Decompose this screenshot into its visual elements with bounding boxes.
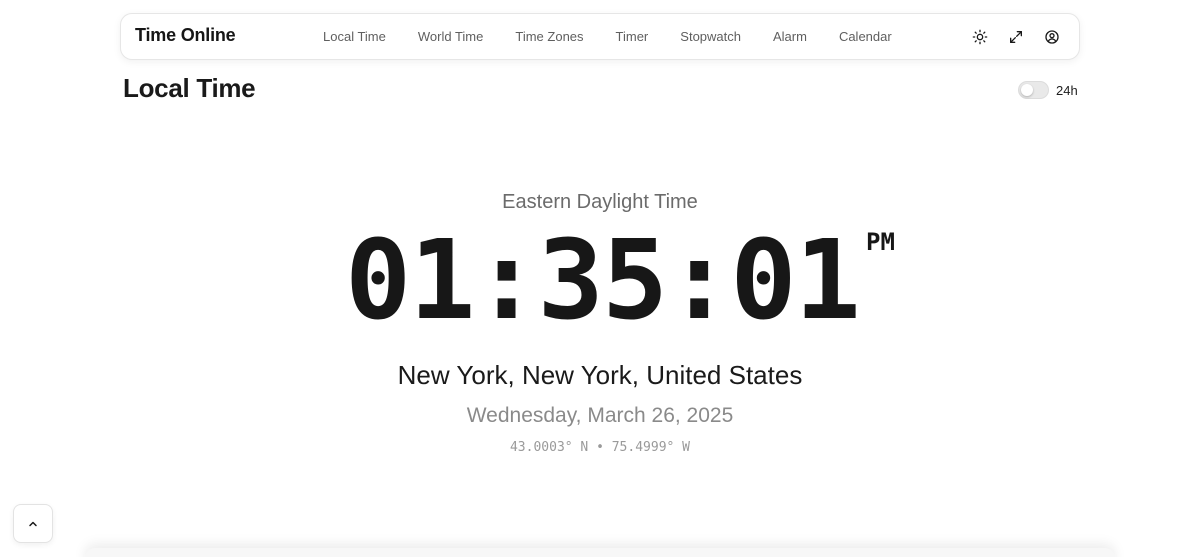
top-navbar: Time Online Local Time World Time Time Z… [120, 13, 1080, 60]
fullscreen-button[interactable] [1003, 24, 1029, 50]
location-name: New York, New York, United States [397, 360, 803, 390]
sun-icon [972, 29, 988, 44]
brand-logo[interactable]: Time Online [135, 25, 236, 46]
nav-link-alarm[interactable]: Alarm [757, 29, 823, 44]
nav-link-stopwatch[interactable]: Stopwatch [664, 29, 757, 44]
nav-link-calendar[interactable]: Calendar [823, 29, 908, 44]
24h-toggle-group: 24h [1018, 81, 1078, 99]
24h-toggle-label: 24h [1056, 82, 1078, 98]
main-nav: Local Time World Time Time Zones Timer S… [307, 14, 908, 59]
expand-icon [1010, 30, 1022, 43]
chevron-up-icon [29, 521, 37, 526]
theme-toggle-button[interactable] [967, 24, 993, 50]
nav-link-time-zones[interactable]: Time Zones [499, 29, 599, 44]
header-actions [967, 14, 1065, 59]
account-button[interactable] [1039, 24, 1065, 50]
24h-toggle-switch[interactable] [1018, 81, 1049, 99]
back-to-top-button[interactable] [13, 504, 53, 543]
coordinates: 43.0003° N • 75.4999° W [509, 440, 690, 455]
clock-time: 01:35:01 [345, 216, 861, 344]
page: Time Online Local Time World Time Time Z… [0, 0, 1200, 557]
timezone-name: Eastern Daylight Time [502, 191, 698, 213]
bottom-panel-edge [85, 548, 1115, 557]
nav-link-timer[interactable]: Timer [600, 29, 665, 44]
user-circle-icon [1045, 29, 1059, 44]
clock-period: PM [866, 228, 895, 256]
nav-link-world-time[interactable]: World Time [402, 29, 500, 44]
nav-link-local-time[interactable]: Local Time [307, 29, 402, 44]
toggle-knob [1021, 84, 1033, 96]
current-date: Wednesday, March 26, 2025 [466, 404, 734, 427]
page-title: Local Time [123, 73, 256, 103]
